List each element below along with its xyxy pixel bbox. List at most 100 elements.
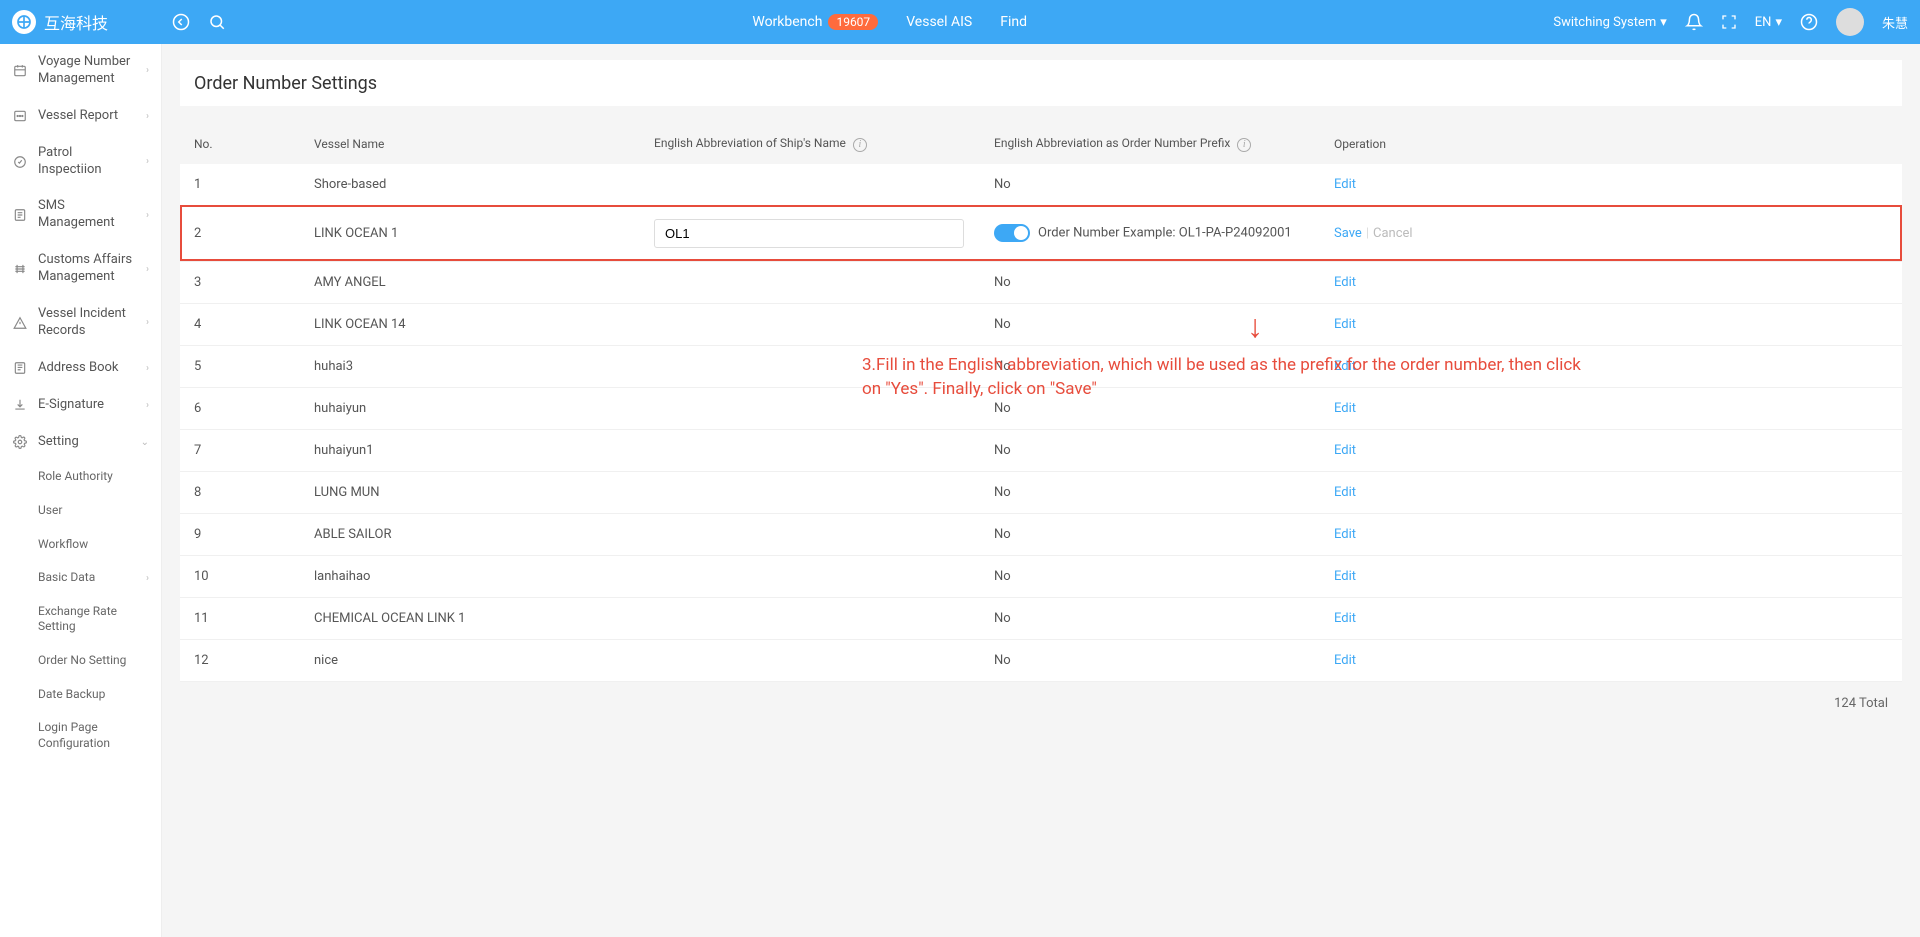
edit-link[interactable]: Edit [1334, 401, 1356, 416]
cancel-link[interactable]: Cancel [1373, 226, 1413, 241]
cell-abbr [640, 639, 980, 681]
logo-text: 互海科技 [44, 10, 108, 34]
report-icon [12, 109, 28, 123]
cell-operation: Edit [1320, 513, 1902, 555]
edit-link[interactable]: Edit [1334, 317, 1356, 332]
abbr-input[interactable] [654, 219, 964, 248]
cell-vessel-name: ABLE SAILOR [300, 513, 640, 555]
table-container: No. Vessel Name English Abbreviation of … [180, 124, 1902, 682]
cell-abbr [640, 429, 980, 471]
sidebar-sub-label: Workflow [38, 537, 149, 553]
cell-operation: Edit [1320, 555, 1902, 597]
edit-link[interactable]: Edit [1334, 443, 1356, 458]
sidebar-sub-item[interactable]: Date Backup [38, 678, 161, 712]
edit-link[interactable]: Edit [1334, 177, 1356, 192]
sidebar-item[interactable]: Vessel Report› [0, 98, 161, 135]
chevron-right-icon: › [146, 65, 149, 76]
nav-find[interactable]: Find [1000, 14, 1027, 30]
sidebar-item[interactable]: Patrol Inspectiion› [0, 135, 161, 189]
app-header: 互海科技 Workbench 19607 Vessel AIS Find Swi… [0, 0, 1920, 44]
sidebar-sub-item[interactable]: User [38, 494, 161, 528]
sidebar-sub-item[interactable]: Login Page Configuration [38, 711, 161, 760]
cell-no: 4 [180, 303, 300, 345]
back-icon[interactable] [172, 13, 190, 31]
cell-operation: Edit [1320, 639, 1902, 681]
edit-link[interactable]: Edit [1334, 359, 1356, 374]
edit-link[interactable]: Edit [1334, 569, 1356, 584]
table-row: 12niceNoEdit [180, 639, 1902, 681]
table-row: 4LINK OCEAN 14 No Edit [180, 303, 1902, 345]
sidebar-item-label: Voyage Number Management [38, 54, 136, 88]
avatar[interactable] [1836, 8, 1864, 36]
sms-icon [12, 208, 28, 222]
sidebar-item[interactable]: Voyage Number Management › [0, 44, 161, 98]
cell-prefix: No [980, 261, 1320, 303]
sidebar-sub-label: User [38, 503, 149, 519]
sidebar-sub-item[interactable]: Basic Data› [38, 561, 161, 595]
sidebar-item[interactable]: Address Book› [0, 350, 161, 387]
cell-prefix: Order Number Example: OL1-PA-P24092001 [980, 205, 1320, 261]
bell-icon[interactable] [1685, 13, 1703, 31]
nav-workbench[interactable]: Workbench 19607 [752, 14, 878, 30]
switching-system-label: Switching System [1553, 15, 1656, 30]
patrol-icon [12, 155, 28, 169]
sidebar-sub-label: Basic Data [38, 570, 136, 586]
cell-abbr [640, 555, 980, 597]
sidebar-sub-item[interactable]: Role Authority [38, 460, 161, 494]
cell-vessel-name: nice [300, 639, 640, 681]
order-number-example: Order Number Example: OL1-PA-P24092001 [1038, 225, 1292, 240]
sidebar-sub-item[interactable]: Order No Setting [38, 644, 161, 678]
info-icon[interactable]: i [1237, 138, 1251, 152]
fullscreen-icon[interactable] [1721, 14, 1737, 30]
edit-link[interactable]: Edit [1334, 611, 1356, 626]
switching-system-dropdown[interactable]: Switching System ▾ [1553, 15, 1666, 30]
cell-prefix: No [980, 429, 1320, 471]
sidebar-item-label: Vessel Incident Records [38, 306, 136, 340]
sidebar-sub-item[interactable]: Exchange Rate Setting [38, 595, 161, 644]
cell-no: 3 [180, 261, 300, 303]
sidebar-item[interactable]: SMS Management› [0, 188, 161, 242]
th-no: No. [180, 124, 300, 164]
sidebar-item[interactable]: Customs Affairs Management› [0, 242, 161, 296]
cell-prefix: No [980, 345, 1320, 387]
cell-operation: Edit [1320, 471, 1902, 513]
cell-no: 10 [180, 555, 300, 597]
sidebar-item-label: E-Signature [38, 397, 136, 414]
nav-vessel-ais[interactable]: Vessel AIS [906, 14, 972, 30]
incident-icon [12, 316, 28, 330]
save-link[interactable]: Save [1334, 226, 1362, 241]
customs-icon [12, 262, 28, 276]
cell-vessel-name: LINK OCEAN 14 [300, 303, 640, 345]
edit-link[interactable]: Edit [1334, 275, 1356, 290]
th-prefix: English Abbreviation as Order Number Pre… [980, 124, 1320, 164]
chevron-down-icon: ▾ [1775, 15, 1782, 30]
help-icon[interactable] [1800, 13, 1818, 31]
cell-prefix: No [980, 303, 1320, 345]
cell-abbr [640, 261, 980, 303]
info-icon[interactable]: i [853, 138, 867, 152]
sidebar-item[interactable]: Setting⌄ [0, 424, 161, 461]
prefix-toggle[interactable] [994, 224, 1030, 242]
edit-link[interactable]: Edit [1334, 653, 1356, 668]
table-row: 3AMY ANGELNoEdit [180, 261, 1902, 303]
signature-icon [12, 398, 28, 412]
sidebar-item[interactable]: Vessel Incident Records› [0, 296, 161, 350]
cell-vessel-name: LINK OCEAN 1 [300, 205, 640, 261]
voyage-icon [12, 64, 28, 78]
edit-link[interactable]: Edit [1334, 527, 1356, 542]
cell-operation: Edit [1320, 164, 1902, 206]
sidebar-sub-label: Login Page Configuration [38, 720, 149, 751]
sidebar-sub-item[interactable]: Workflow [38, 528, 161, 562]
logo-area: 互海科技 [12, 10, 162, 34]
th-abbr-label: English Abbreviation of Ship's Name [654, 136, 846, 150]
sidebar-item-label: SMS Management [38, 198, 136, 232]
sidebar-sub-label: Exchange Rate Setting [38, 604, 149, 635]
address-icon [12, 361, 28, 375]
search-icon[interactable] [208, 13, 226, 31]
edit-link[interactable]: Edit [1334, 485, 1356, 500]
vessel-table: No. Vessel Name English Abbreviation of … [180, 124, 1902, 682]
language-dropdown[interactable]: EN ▾ [1755, 15, 1782, 30]
chevron-right-icon: › [146, 264, 149, 275]
sidebar-item[interactable]: E-Signature› [0, 387, 161, 424]
sidebar-sub-label: Date Backup [38, 687, 149, 703]
